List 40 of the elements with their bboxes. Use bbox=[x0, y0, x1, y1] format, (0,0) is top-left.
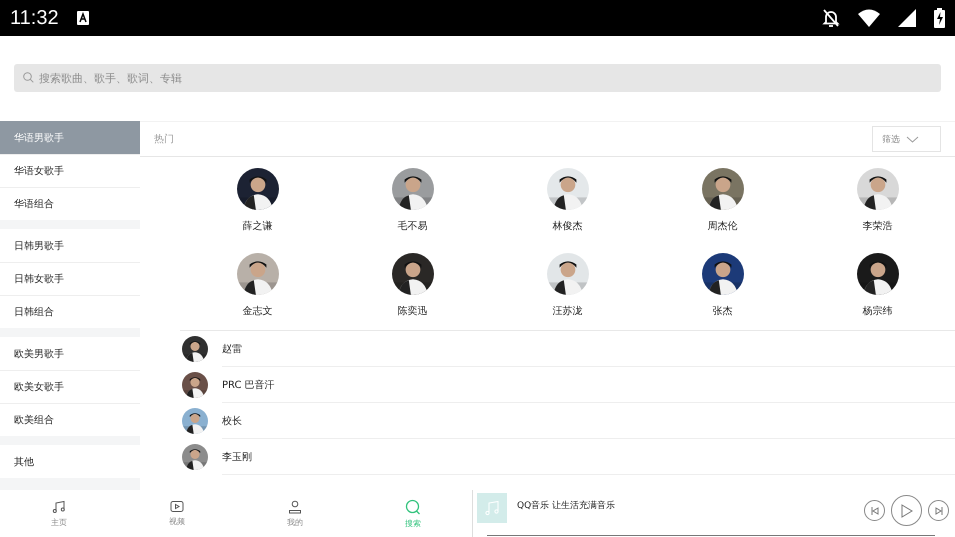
singer-name[interactable]: 林俊杰 bbox=[552, 219, 582, 233]
nav-tab[interactable]: 视频 bbox=[118, 490, 236, 537]
music-note-icon bbox=[484, 500, 500, 516]
singer-name[interactable]: PRC 巴音汗 bbox=[222, 367, 955, 403]
notifications-off-icon bbox=[822, 8, 840, 28]
skip-back-icon bbox=[870, 506, 878, 514]
chevron-down-icon bbox=[906, 136, 919, 142]
battery-charging-icon bbox=[934, 8, 945, 28]
video-icon bbox=[170, 500, 184, 513]
singer-name[interactable]: 汪苏泷 bbox=[552, 304, 582, 318]
singer-name[interactable]: 校长 bbox=[222, 403, 955, 439]
play-icon bbox=[900, 504, 912, 518]
play-button[interactable] bbox=[891, 495, 922, 526]
singer-name[interactable]: 李玉刚 bbox=[222, 439, 955, 475]
nav-tab[interactable]: 我的 bbox=[236, 490, 354, 537]
search-field[interactable]: 搜索歌曲、歌手、歌词、专辑 bbox=[14, 64, 941, 92]
previous-button[interactable] bbox=[864, 500, 885, 521]
singer-name[interactable]: 金志文 bbox=[242, 304, 272, 318]
singer-name[interactable]: 陈奕迅 bbox=[398, 304, 428, 318]
section-title: 热门 bbox=[154, 132, 174, 146]
nav-tab[interactable]: 主页 bbox=[0, 490, 118, 537]
singer-name[interactable]: 周杰伦 bbox=[708, 219, 738, 233]
singer-name[interactable]: 杨宗纬 bbox=[862, 304, 892, 318]
singer-name[interactable]: 毛不易 bbox=[398, 219, 428, 233]
skip-forward-icon bbox=[934, 506, 942, 514]
search-icon bbox=[23, 72, 34, 83]
wifi-icon bbox=[858, 9, 880, 27]
player-title: QQ音乐 让生活充满音乐 bbox=[517, 500, 616, 512]
keyboard-app-icon bbox=[76, 11, 89, 25]
music-note-icon bbox=[52, 500, 66, 514]
singer-name[interactable]: 张杰 bbox=[712, 304, 732, 318]
search-icon bbox=[405, 498, 421, 514]
singer-name[interactable]: 李荣浩 bbox=[862, 219, 892, 233]
singer-name[interactable]: 赵雷 bbox=[222, 331, 955, 367]
singer-name[interactable]: 薛之谦 bbox=[242, 219, 272, 233]
next-button[interactable] bbox=[928, 500, 949, 521]
person-icon bbox=[288, 500, 302, 514]
signal-icon bbox=[898, 9, 916, 27]
status-time: 11:32 bbox=[10, 6, 59, 30]
filter-button[interactable]: 筛选 bbox=[872, 126, 941, 152]
